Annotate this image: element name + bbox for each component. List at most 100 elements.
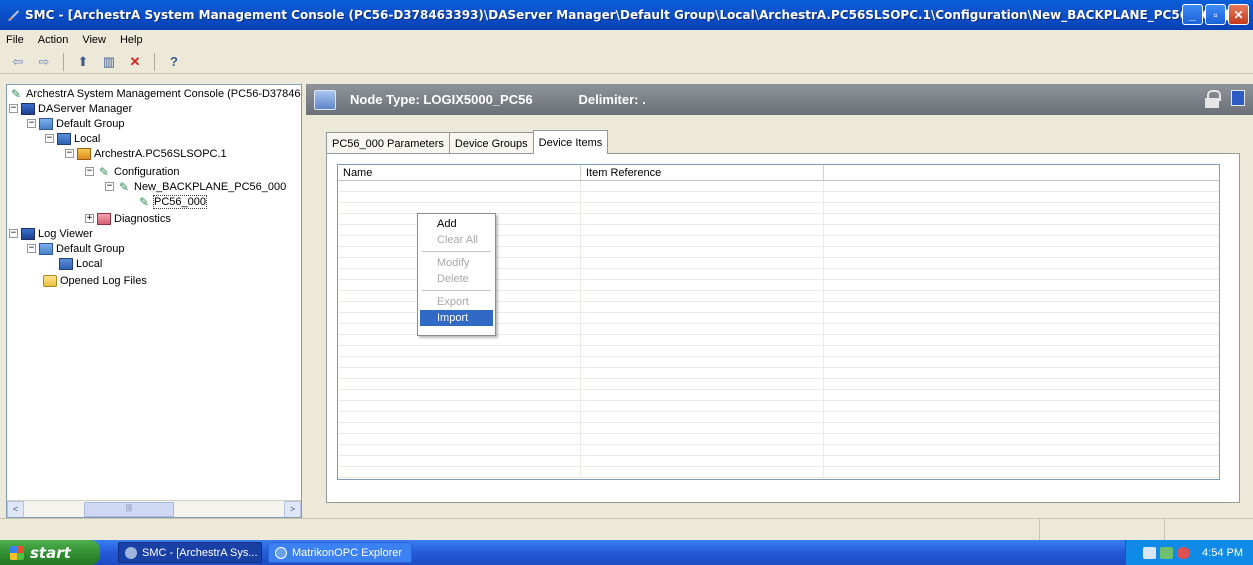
tree-label: Default Group [56,242,125,255]
unlock-icon[interactable] [1205,90,1221,108]
taskbar: start SMC - [ArchestrA Sys... MatrikonOP… [0,540,1253,565]
menu-item-import[interactable]: Import [420,310,493,326]
menu-item-export[interactable]: Export [420,294,493,310]
menu-item-add[interactable]: Add [420,216,493,232]
tree-item-daserver-manager[interactable]: − DAServer Manager [9,102,132,115]
empty-cell [581,401,824,411]
empty-cell [581,445,824,455]
start-button[interactable]: start [0,540,100,565]
forward-arrow-icon[interactable]: ⇨ [34,52,54,72]
menu-bar: File Action View Help [0,30,1253,50]
log-viewer-icon [21,227,35,240]
collapse-icon[interactable]: − [65,149,74,158]
delete-icon[interactable]: ✕ [125,52,145,72]
smc-app-icon [6,8,20,22]
empty-cell [338,467,581,477]
tray-app-icon[interactable] [1160,546,1174,559]
tree-item-configuration[interactable]: − ✎ Configuration [85,165,179,178]
show-hide-tree-icon[interactable]: ▥ [99,52,119,72]
minimize-button[interactable]: _ [1182,4,1203,25]
scroll-thumb[interactable]: ||| [84,501,174,517]
scroll-left-icon[interactable]: < [7,500,24,517]
toolbar: ⇦ ⇨ ⬆ ▥ ✕ ? [0,50,1253,74]
tree-item-archestra-daserver[interactable]: − ArchestrA.PC56SLSOPC.1 [65,147,227,160]
collapse-icon[interactable]: − [105,182,114,191]
task-label: SMC - [ArchestrA Sys... [142,546,258,559]
expand-icon[interactable]: + [85,214,94,223]
collapse-icon[interactable]: − [27,244,36,253]
scroll-right-icon[interactable]: > [284,500,301,517]
tree-label: Local [74,132,101,145]
clock[interactable]: 4:54 PM [1202,547,1243,559]
menu-item-clear-all[interactable]: Clear All [420,232,493,248]
help-icon[interactable]: ? [164,52,184,72]
empty-list-row [338,456,1219,467]
collapse-icon[interactable]: − [9,104,18,113]
save-icon[interactable] [1231,90,1245,106]
empty-list-row [338,412,1219,423]
tree-item-pc56-000[interactable]: ✎ PC56_000 [137,194,207,209]
empty-cell [581,225,824,235]
folder-icon [43,274,57,287]
column-header-item-reference[interactable]: Item Reference [581,165,824,181]
collapse-icon[interactable]: − [85,167,94,176]
tree-item-local[interactable]: − Local [45,132,100,145]
tree-horizontal-scrollbar[interactable]: < ||| > [7,500,301,517]
empty-cell [581,269,824,279]
maximize-button[interactable]: ▫ [1205,4,1226,25]
back-arrow-icon[interactable]: ⇦ [8,52,28,72]
empty-cell [824,302,1219,312]
tree-item-smc-root[interactable]: ✎ ArchestrA System Management Console (P… [9,87,301,100]
empty-cell [581,247,824,257]
menu-item-delete[interactable]: Delete [420,271,493,287]
menu-file[interactable]: File [6,34,24,46]
empty-list-row [338,445,1219,456]
up-folder-icon[interactable]: ⬆ [73,52,93,72]
taskbar-item-smc[interactable]: SMC - [ArchestrA Sys... [118,542,262,563]
empty-cell [581,324,824,334]
security-shield-icon[interactable] [1177,546,1191,559]
node-type-icon [314,89,336,110]
menu-help[interactable]: Help [120,34,143,46]
collapse-icon[interactable]: − [45,134,54,143]
computer-icon [59,257,73,270]
empty-cell [581,346,824,356]
tree-item-log-local[interactable]: Local [59,257,102,270]
empty-cell [824,258,1219,268]
status-segment [0,519,1040,541]
taskbar-item-matrikon[interactable]: MatrikonOPC Explorer [268,542,412,563]
empty-list-row [338,346,1219,357]
collapse-icon[interactable]: − [9,229,18,238]
tree-label: Log Viewer [38,227,93,240]
column-header-name[interactable]: Name [338,165,581,181]
tab-device-items[interactable]: Device Items [532,130,609,154]
network-icon[interactable] [1143,546,1157,559]
collapse-icon[interactable]: − [27,119,36,128]
context-menu: Add Clear All Modify Delete Export Impor… [417,213,496,336]
menu-item-modify[interactable]: Modify [420,255,493,271]
empty-cell [338,181,581,191]
menu-action[interactable]: Action [38,34,69,46]
empty-cell [824,346,1219,356]
tree-item-opened-log-files[interactable]: Opened Log Files [43,274,147,287]
empty-cell [824,192,1219,202]
tree-item-default-group[interactable]: − Default Group [27,117,124,130]
daserver-icon [77,147,91,160]
smc-task-icon [125,546,137,559]
tab-pc56-parameters[interactable]: PC56_000 Parameters [326,132,450,154]
empty-cell [581,258,824,268]
menu-view[interactable]: View [82,34,106,46]
close-button[interactable]: ✕ [1228,4,1249,25]
empty-cell [824,379,1219,389]
tree-item-backplane[interactable]: − ✎ New_BACKPLANE_PC56_000 [105,180,286,193]
console-tree: ✎ ArchestrA System Management Console (P… [7,85,301,499]
tree-item-log-default-group[interactable]: − Default Group [27,242,124,255]
diagnostics-icon [97,212,111,225]
group-icon [39,117,53,130]
empty-list-row [338,434,1219,445]
backplane-icon: ✎ [118,179,130,194]
tree-item-log-viewer[interactable]: − Log Viewer [9,227,93,240]
tree-item-diagnostics[interactable]: + Diagnostics [85,212,171,225]
empty-cell [824,324,1219,334]
tab-device-groups[interactable]: Device Groups [448,132,534,154]
